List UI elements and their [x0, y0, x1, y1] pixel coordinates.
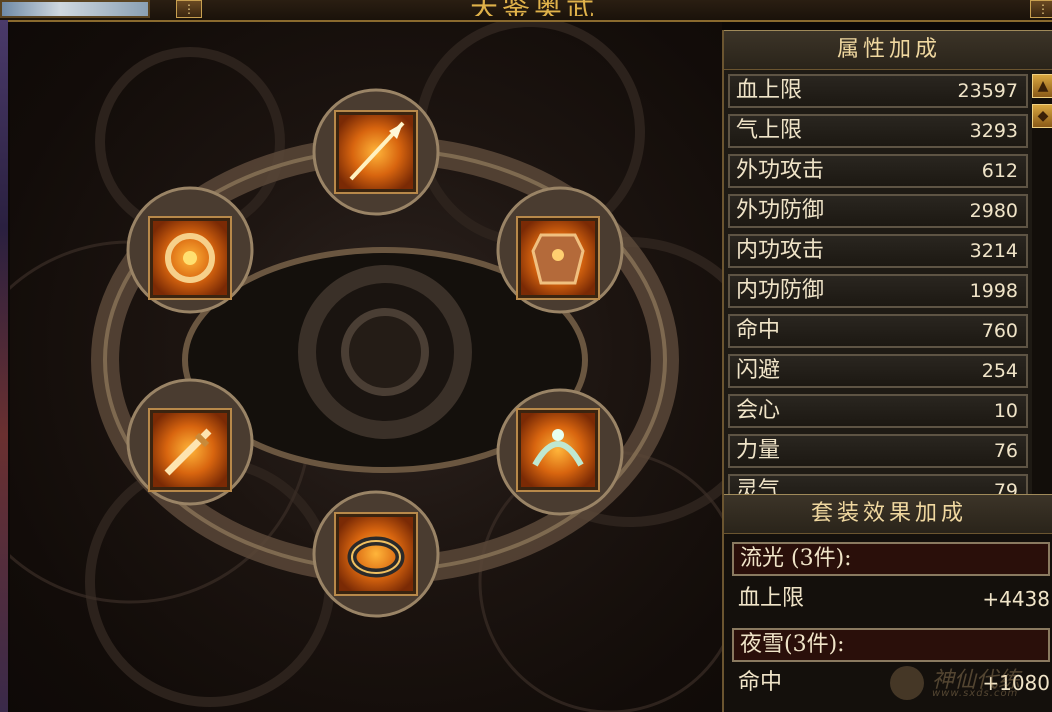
stat-name: 命中 [736, 318, 781, 343]
stat-name: 血上限 [736, 78, 803, 103]
stat-row: 命中 760 [728, 314, 1028, 348]
dagger-icon[interactable] [148, 408, 232, 492]
left-edge-frame [0, 20, 8, 712]
necklace-icon[interactable] [148, 216, 232, 300]
set-effect-name: 血上限 [738, 586, 805, 611]
close-icon[interactable]: ⋮ [1030, 0, 1052, 18]
stat-value: 3293 [969, 120, 1018, 142]
stat-value: 1998 [969, 280, 1018, 302]
stat-name: 会心 [736, 398, 781, 423]
stat-value: 760 [981, 320, 1018, 342]
attribute-scrollbar[interactable]: ▲ ◆ ▼ [1032, 74, 1052, 526]
set-effect-value: +4438 [982, 587, 1050, 611]
stat-row: 外功攻击 612 [728, 154, 1028, 188]
ring-icon[interactable] [334, 512, 418, 596]
stat-row: 闪避 254 [728, 354, 1028, 388]
equipment-board [10, 22, 722, 712]
stat-name: 力量 [736, 438, 781, 463]
watermark-logo-icon [890, 666, 924, 700]
stat-row: 外功防御 2980 [728, 194, 1028, 228]
attributes-title: 属性加成 [724, 30, 1052, 70]
stat-row: 内功攻击 3214 [728, 234, 1028, 268]
window-title-bar: ⋮ 天鉴奥武 ⋮ [0, 0, 1052, 22]
set-effect-name: 命中 [738, 670, 783, 695]
attribute-panel: 属性加成 血上限 23597 气上限 3293 外功攻击 612 外功防御 2980 内… [722, 30, 1052, 712]
set-bonus-title: 套装效果加成 [724, 494, 1052, 534]
window-title: 天鉴奥武 [470, 0, 770, 16]
scroll-top-button[interactable]: ◆ [1032, 104, 1052, 128]
set-effect-row: 血上限 +4438 [732, 582, 1050, 616]
stat-value: 76 [993, 440, 1018, 462]
stat-row: 血上限 23597 [728, 74, 1028, 108]
watermark-url: www.sxds.com [932, 688, 1019, 699]
stat-value: 10 [993, 400, 1018, 422]
stat-name: 内功攻击 [736, 238, 825, 263]
minimap-corner[interactable] [0, 0, 150, 18]
stat-value: 254 [981, 360, 1018, 382]
attribute-list[interactable]: 血上限 23597 气上限 3293 外功攻击 612 外功防御 2980 内功攻击 32… [728, 74, 1032, 526]
stat-row: 气上限 3293 [728, 114, 1028, 148]
scroll-up-button[interactable]: ▲ [1032, 74, 1052, 98]
stat-name: 内功防御 [736, 278, 825, 303]
stat-name: 外功攻击 [736, 158, 825, 183]
armor-icon[interactable] [516, 216, 600, 300]
set-name: 流光 (3件): [732, 542, 1050, 576]
stat-name: 闪避 [736, 358, 781, 383]
spear-icon[interactable] [334, 110, 418, 194]
stat-row: 会心 10 [728, 394, 1028, 428]
stat-value: 23597 [957, 80, 1018, 102]
stat-name: 气上限 [736, 118, 803, 143]
set-name: 夜雪(3件): [732, 628, 1050, 662]
belt-icon[interactable] [516, 408, 600, 492]
stat-name: 外功防御 [736, 198, 825, 223]
menu-icon[interactable]: ⋮ [176, 0, 202, 18]
stat-row: 内功防御 1998 [728, 274, 1028, 308]
stat-value: 3214 [969, 240, 1018, 262]
watermark: 神仙代练 www.sxds.com [888, 660, 1052, 710]
stat-value: 612 [981, 160, 1018, 182]
stat-row: 力量 76 [728, 434, 1028, 468]
stat-value: 2980 [969, 200, 1018, 222]
